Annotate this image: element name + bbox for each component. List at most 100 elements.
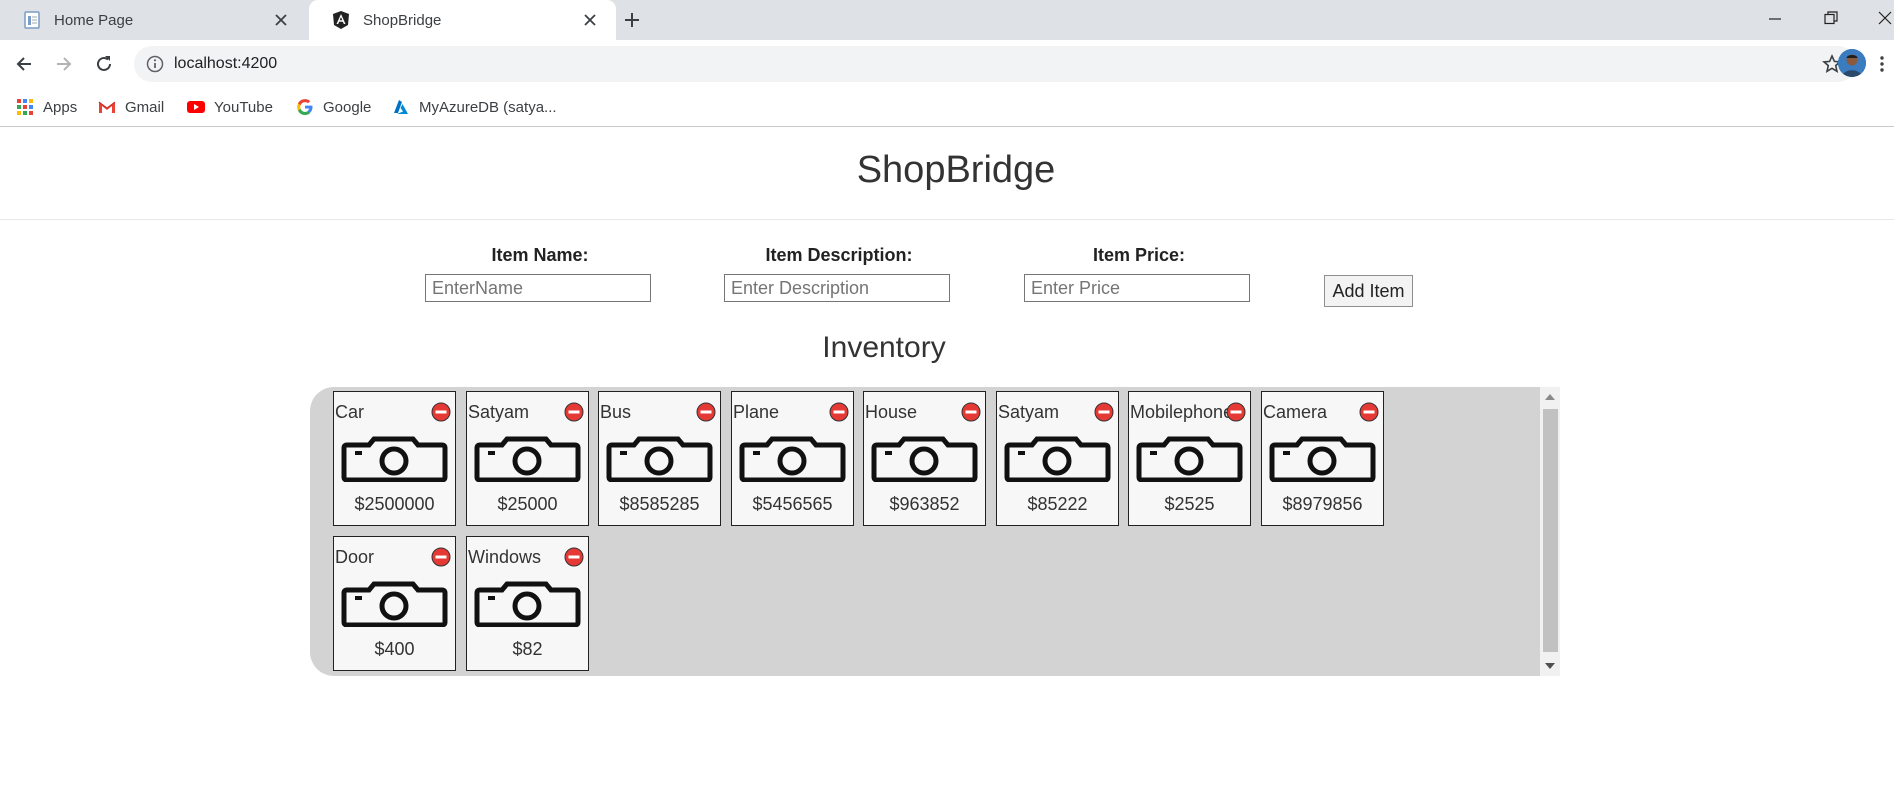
angular-icon [333,11,349,29]
camera-icon [1136,436,1243,482]
scrollbar-thumb[interactable] [1543,409,1558,652]
delete-item-icon[interactable] [1359,402,1379,422]
camera-icon [341,436,448,482]
item-price: $8585285 [619,494,700,514]
camera-icon [1004,436,1111,482]
inventory-scrollbar[interactable] [1540,387,1560,676]
item-description-field-group: Item Description: [724,245,954,302]
forward-icon[interactable] [50,50,78,78]
item-name-field-group: Item Name: [425,245,655,302]
delete-item-icon[interactable] [1226,402,1246,422]
delete-item-icon[interactable] [696,402,716,422]
bookmark-gmail[interactable]: Gmail [98,96,164,118]
browser-tabstrip: Home Page ShopBridge [0,0,1894,40]
page-title: ShopBridge [856,149,1056,191]
delete-item-icon[interactable] [1094,402,1114,422]
inventory-item-card: Windows $82 [466,536,589,671]
item-price: $963852 [889,494,960,514]
bookmarks-bar: Apps Gmail YouTube Google MyAzureDB (sat… [0,88,1894,127]
azure-icon [394,100,408,114]
menu-kebab-icon[interactable] [1880,56,1884,72]
close-tab-icon[interactable] [269,8,293,32]
inventory-item-card: Bus $8585285 [598,391,721,526]
item-description-input[interactable] [724,274,950,302]
bookmark-label: Gmail [125,98,165,116]
item-price: $8979856 [1282,494,1363,514]
camera-icon [474,581,581,627]
inventory-title: Inventory [822,331,946,364]
reload-icon[interactable] [90,50,118,78]
item-price: $2500000 [354,494,435,514]
add-item-button[interactable]: Add Item [1324,275,1413,307]
item-price: $5456565 [752,494,833,514]
info-icon[interactable] [146,55,164,73]
inventory-item-card: Camera $8979856 [1261,391,1384,526]
close-window-icon[interactable] [1870,6,1894,30]
item-price: $25000 [497,494,558,514]
item-name-input[interactable] [425,274,651,302]
inventory-item-card: House $963852 [863,391,986,526]
bookmark-label: Google [323,98,372,116]
profile-avatar[interactable] [1838,49,1866,77]
item-name: Camera [1263,402,1328,422]
browser-toolbar: localhost:4200 [0,40,1894,88]
delete-item-icon[interactable] [431,402,451,422]
camera-icon [739,436,846,482]
back-icon[interactable] [10,50,38,78]
address-bar[interactable]: localhost:4200 [134,46,1856,82]
inventory-item-card: Satyam $85222 [996,391,1119,526]
delete-item-icon[interactable] [564,547,584,567]
delete-item-icon[interactable] [961,402,981,422]
inventory-item-card: Car $2500000 [333,391,456,526]
camera-icon [606,436,713,482]
delete-item-icon[interactable] [431,547,451,567]
item-name: Mobilephone [1130,402,1234,422]
scroll-up-icon[interactable] [1545,394,1555,400]
restore-icon[interactable] [1816,6,1846,30]
item-name: Satyam [468,402,530,422]
item-price: $2525 [1164,494,1215,514]
item-description-label: Item Description: [765,245,913,265]
youtube-icon [187,101,205,113]
tab-title: Home Page [54,11,134,29]
bookmark-label: YouTube [214,98,273,116]
apps-grid-icon [17,99,33,115]
item-price: $400 [374,639,415,659]
camera-icon [1269,436,1376,482]
bookmark-label: Apps [43,98,78,116]
item-name: Bus [600,402,632,422]
inventory-item-card: Door $400 [333,536,456,671]
page-header: ShopBridge [0,127,1894,220]
google-icon [297,99,313,115]
tab-home-page[interactable]: Home Page [0,0,307,40]
scroll-down-icon[interactable] [1545,663,1555,669]
delete-item-icon[interactable] [564,402,584,422]
item-price-field-group: Item Price: [1024,245,1254,302]
inventory-item-card: Satyam $25000 [466,391,589,526]
bookmark-myazuredb[interactable]: MyAzureDB (satya... [392,96,557,118]
item-price-input[interactable] [1024,274,1250,302]
item-name: Plane [733,402,780,422]
bookmark-apps[interactable]: Apps [16,96,77,118]
camera-icon [341,581,448,627]
item-price-label: Item Price: [1092,245,1186,265]
inventory-item-card: Plane $5456565 [731,391,854,526]
bookmark-google[interactable]: Google [296,96,371,118]
minimize-icon[interactable] [1760,6,1790,30]
bookmark-youtube[interactable]: YouTube [187,96,273,118]
camera-icon [871,436,978,482]
delete-item-icon[interactable] [829,402,849,422]
item-name: House [865,402,918,422]
item-price: $85222 [1027,494,1088,514]
item-name: Car [335,402,365,422]
item-name: Door [335,547,375,567]
document-icon [24,11,40,29]
new-tab-icon[interactable] [618,8,646,32]
inventory-item-card: Mobilephone $2525 [1128,391,1251,526]
camera-icon [474,436,581,482]
close-tab-icon[interactable] [578,8,602,32]
gmail-icon [98,101,116,113]
tab-shopbridge[interactable]: ShopBridge [309,0,616,40]
item-price: $82 [512,639,543,659]
inventory-panel: Car $2500000 Satyam $25000 Bus $8585285 Plane $… [310,387,1560,676]
